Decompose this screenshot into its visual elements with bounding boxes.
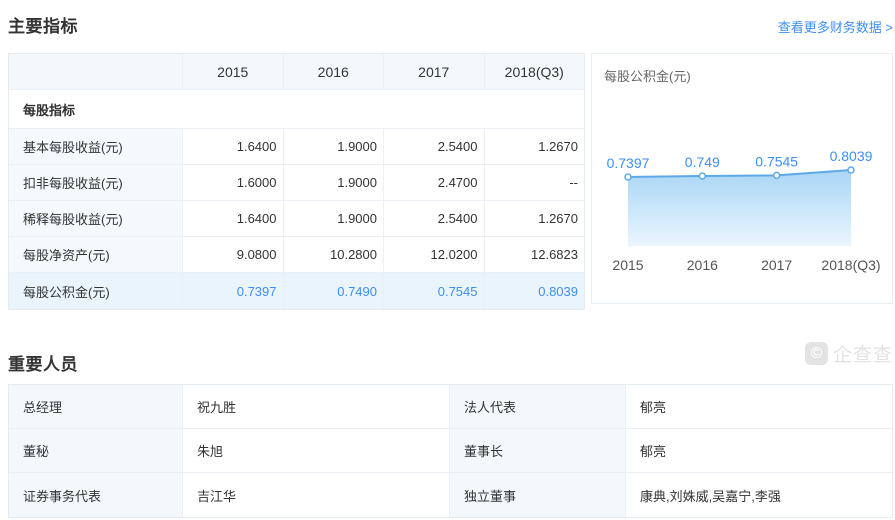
watermark: © 企查查: [805, 340, 893, 367]
qichacha-logo-icon: ©: [805, 342, 828, 365]
person-name: 郁亮: [626, 385, 892, 428]
year-header-2016: 2016: [284, 54, 385, 89]
cell-value: 0.7545: [384, 273, 485, 309]
cell-value: 1.2670: [485, 201, 585, 236]
cell-value: 12.6823: [485, 237, 585, 272]
row-label: 基本每股收益(元): [9, 129, 183, 164]
chart-point: [848, 167, 854, 173]
row-label: 每股净资产(元): [9, 237, 183, 272]
year-header-2018q3: 2018(Q3): [485, 54, 585, 89]
cell-value: 1.6000: [183, 165, 284, 200]
cell-value: 1.6400: [183, 201, 284, 236]
chart-axis-label: 2018(Q3): [821, 257, 880, 273]
person-name: 朱旭: [183, 429, 450, 472]
cell-value: 9.0800: [183, 237, 284, 272]
role-label: 法人代表: [450, 385, 626, 428]
indicators-table-header-row: 2015 2016 2017 2018(Q3): [9, 54, 584, 90]
cell-value: 1.6400: [183, 129, 284, 164]
cell-value: 0.8039: [485, 273, 585, 309]
table-row-diluted-eps[interactable]: 稀释每股收益(元) 1.6400 1.9000 2.5400 1.2670: [9, 201, 584, 237]
more-financial-data-link[interactable]: 查看更多财务数据 >: [778, 17, 893, 36]
chart-axis-label: 2015: [612, 257, 643, 273]
chart-point: [699, 173, 705, 179]
cell-value: 0.7490: [284, 273, 385, 309]
section-title-key-personnel: 重要人员: [8, 350, 78, 375]
chart-point: [774, 172, 780, 178]
cell-value: 0.7397: [183, 273, 284, 309]
cell-value: --: [485, 165, 585, 200]
chart-point-label: 0.749: [685, 154, 720, 170]
role-label: 独立董事: [450, 473, 626, 517]
role-label: 证券事务代表: [9, 473, 183, 517]
role-label: 董事长: [450, 429, 626, 472]
table-row: 董秘 朱旭 董事长 郁亮: [9, 429, 892, 473]
row-label: 稀释每股收益(元): [9, 201, 183, 236]
capital-reserve-area-chart: 0.7397 2015 0.749 2016 0.7545 2017 0.8039 2018(…: [592, 54, 894, 305]
cell-value: 2.4700: [384, 165, 485, 200]
personnel-table: 总经理 祝九胜 法人代表 郁亮 董秘 朱旭 董事长 郁亮 证券事务代表 吉江华 …: [8, 384, 893, 518]
indicators-group-header-row: 每股指标: [9, 90, 584, 129]
chart-point-label: 0.8039: [830, 148, 873, 164]
year-header-2015: 2015: [183, 54, 284, 89]
year-header-spacer: [9, 54, 183, 89]
chart-axis-label: 2016: [687, 257, 718, 273]
table-row-basic-eps[interactable]: 基本每股收益(元) 1.6400 1.9000 2.5400 1.2670: [9, 129, 584, 165]
role-label: 总经理: [9, 385, 183, 428]
section-title-main-indicators: 主要指标: [8, 12, 78, 37]
cell-value: 2.5400: [384, 129, 485, 164]
group-header-label: 每股指标: [9, 90, 584, 128]
cell-value: 12.0200: [384, 237, 485, 272]
indicator-chart-panel: 每股公积金(元) 0.739720150.74920160.754520170.…: [591, 53, 893, 304]
row-label: 扣非每股收益(元): [9, 165, 183, 200]
chart-area-fill: [628, 170, 851, 246]
table-row-deducted-eps[interactable]: 扣非每股收益(元) 1.6000 1.9000 2.4700 --: [9, 165, 584, 201]
cell-value: 2.5400: [384, 201, 485, 236]
role-label: 董秘: [9, 429, 183, 472]
chart-point: [625, 174, 631, 180]
table-row: 证券事务代表 吉江华 独立董事 康典,刘姝威,吴嘉宁,李强: [9, 473, 892, 517]
cell-value: 1.9000: [284, 165, 385, 200]
chart-axis-label: 2017: [761, 257, 792, 273]
row-label: 每股公积金(元): [9, 273, 183, 309]
person-name: 康典,刘姝威,吴嘉宁,李强: [626, 473, 892, 517]
table-row-capital-reserve-per-share-selected[interactable]: 每股公积金(元) 0.7397 0.7490 0.7545 0.8039: [9, 273, 584, 309]
cell-value: 10.2800: [284, 237, 385, 272]
watermark-brand-text: 企查查: [833, 340, 893, 367]
chart-point-label: 0.7397: [607, 155, 650, 171]
cell-value: 1.9000: [284, 201, 385, 236]
financial-overview-page: 主要指标 查看更多财务数据 > 2015 2016 2017 2018(Q3) …: [0, 0, 895, 520]
person-name: 祝九胜: [183, 385, 450, 428]
table-row-net-assets-per-share[interactable]: 每股净资产(元) 9.0800 10.2800 12.0200 12.6823: [9, 237, 584, 273]
cell-value: 1.9000: [284, 129, 385, 164]
indicators-table: 2015 2016 2017 2018(Q3) 每股指标 基本每股收益(元) 1…: [8, 53, 585, 310]
table-row: 总经理 祝九胜 法人代表 郁亮: [9, 385, 892, 429]
chart-point-label: 0.7545: [755, 153, 798, 169]
cell-value: 1.2670: [485, 129, 585, 164]
person-name: 郁亮: [626, 429, 892, 472]
year-header-2017: 2017: [384, 54, 485, 89]
person-name: 吉江华: [183, 473, 450, 517]
